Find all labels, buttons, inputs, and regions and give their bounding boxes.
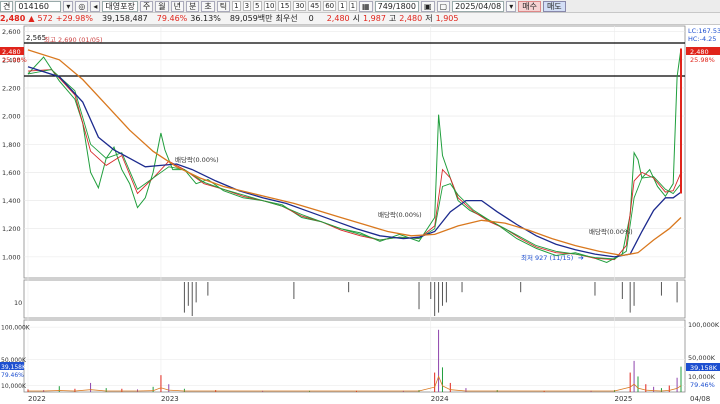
indicator-panel[interactable]	[23, 279, 686, 319]
left-pct-tag: 25.98%	[2, 56, 27, 64]
volume-tick-label: 10,000K	[1, 383, 27, 390]
x-tick-label: 2025	[615, 395, 633, 403]
x-tick-label: 04/08	[690, 395, 710, 403]
annotation-dividend-1: 배당락(0.00%)	[175, 155, 219, 164]
left-volume-tag: 39,158K	[1, 364, 27, 371]
indicator-tick-label: 10	[14, 299, 22, 307]
low-arrow-icon: ➔	[578, 254, 584, 262]
right-vol-tag: 39,158K	[690, 364, 718, 372]
x-tick-label: 2023	[161, 395, 179, 403]
left-price-tag: 2,480	[2, 48, 21, 56]
y-tick-label: 1,200	[2, 225, 21, 233]
annotation-high: 최고 2,690 (01/05)	[44, 35, 103, 44]
right-vol-pct: 79.46%	[690, 381, 715, 389]
stock-chart[interactable]: 1,0001,2001,4001,6001,8002,0002,2002,400…	[0, 0, 720, 404]
left-volume-pct: 79.46%	[1, 372, 24, 379]
right-lc-label: LC:167.53	[688, 27, 720, 35]
y-tick-label: 2,000	[2, 113, 21, 121]
x-tick-label: 2024	[431, 395, 449, 403]
right-vol-100k: 100,000K	[688, 321, 720, 329]
volume-tick-label: 100,000K	[1, 325, 31, 332]
right-vol-10k: 10,000K	[688, 373, 716, 381]
y-tick-label: 2,600	[2, 28, 21, 36]
volume-panel[interactable]	[23, 319, 686, 393]
y-tick-label: 1,000	[2, 253, 21, 261]
annotation-dividend-3: 배당락(0.00%)	[589, 227, 633, 236]
right-vol-50k: 50,000K	[688, 354, 716, 362]
y-tick-label: 2,200	[2, 84, 21, 92]
y-tick-label: 1,600	[2, 169, 21, 177]
right-price-tag: 2,480	[690, 48, 709, 56]
right-hc-label: HC:-4.25	[688, 35, 716, 43]
annotation-low: 최저 927 (11/15)	[521, 253, 573, 262]
y-tick-label: 1,400	[2, 197, 21, 205]
annotation-dividend-2: 배당락(0.00%)	[378, 210, 422, 219]
x-tick-label: 2022	[28, 395, 46, 403]
right-pct-tag: 25.98%	[690, 56, 715, 64]
price-panel[interactable]	[23, 25, 686, 279]
y-tick-label: 1,800	[2, 141, 21, 149]
